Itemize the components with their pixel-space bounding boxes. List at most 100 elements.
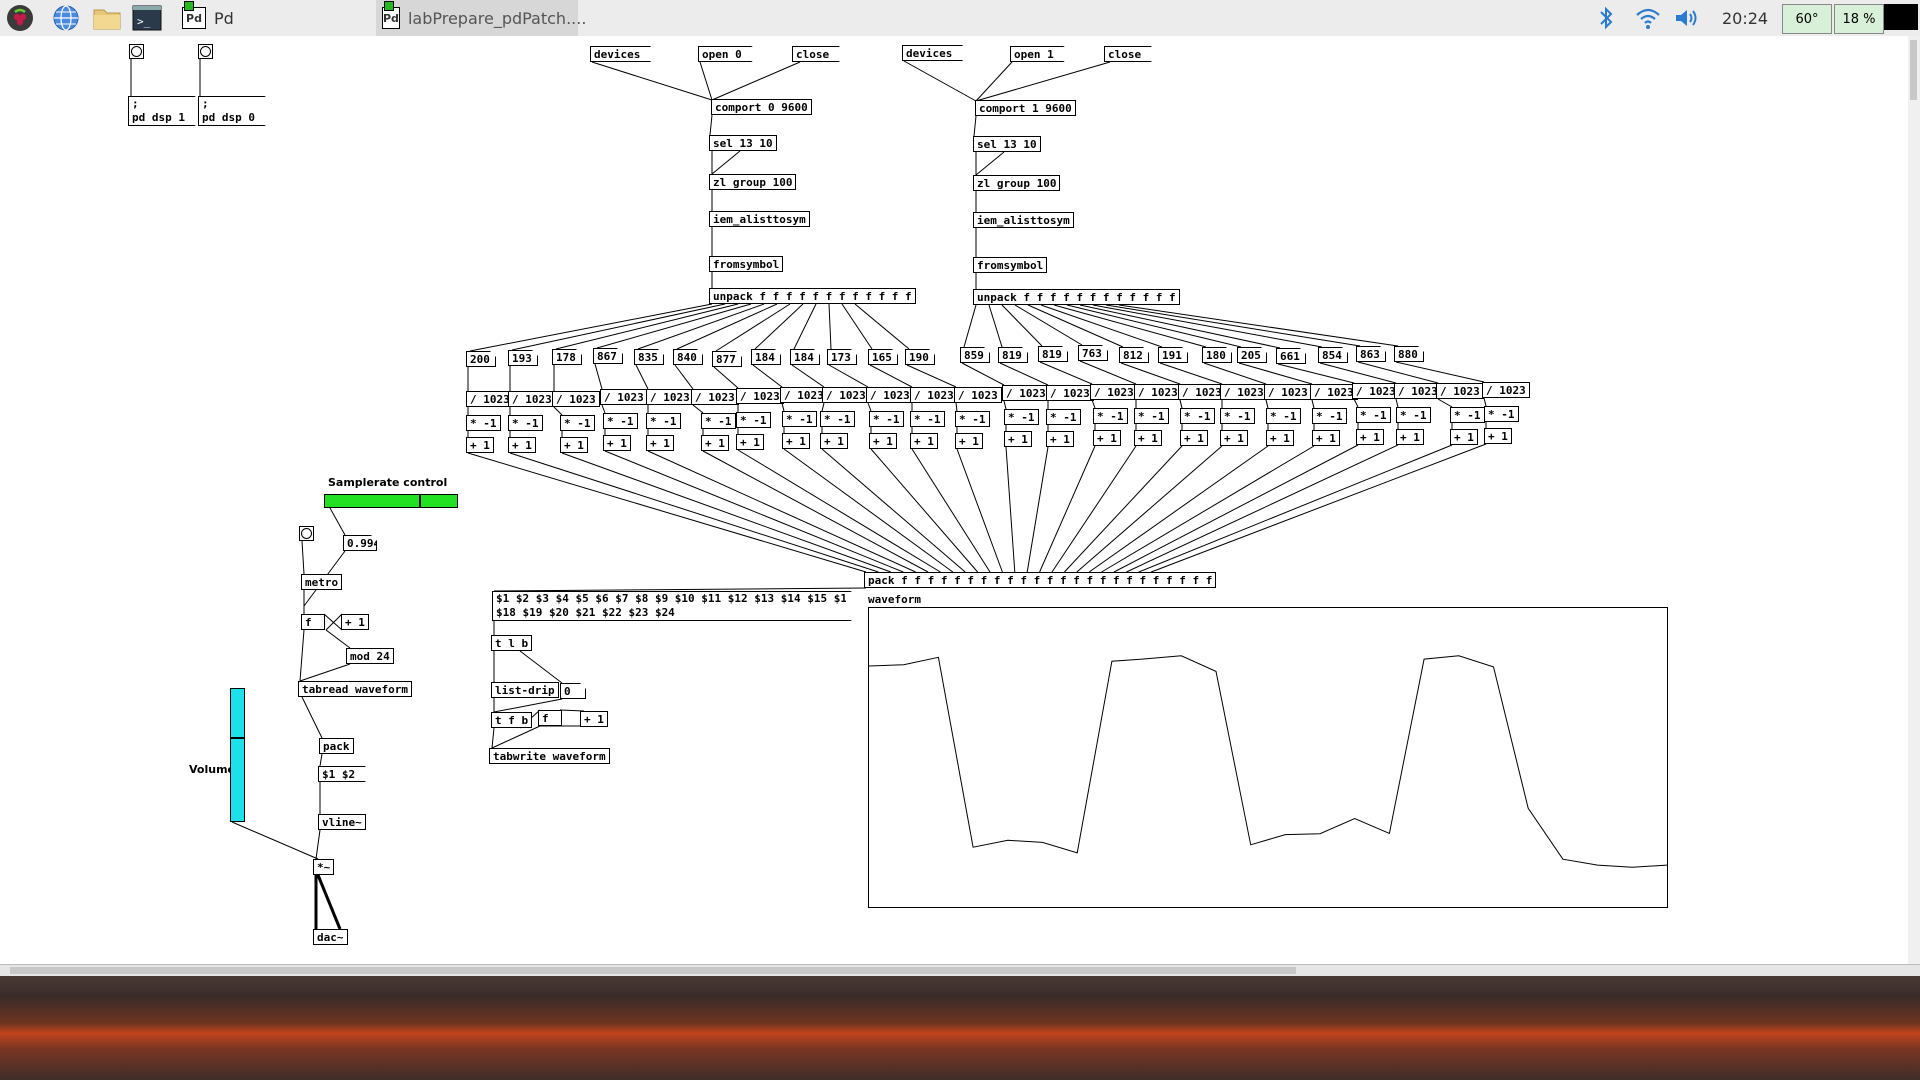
left-comport-object[interactable]: comport 0 9600 xyxy=(711,99,812,115)
add-one-object[interactable]: + 1 xyxy=(1396,429,1424,445)
volume-slider[interactable] xyxy=(230,688,245,822)
left-open-message[interactable]: open 0 xyxy=(698,46,753,62)
add-one-object[interactable]: + 1 xyxy=(782,433,810,449)
metro-object[interactable]: metro xyxy=(301,574,343,590)
add-one-object[interactable]: + 1 xyxy=(603,435,631,451)
add-one-object[interactable]: + 1 xyxy=(1450,429,1478,445)
divide-1023-object[interactable]: / 1023 xyxy=(780,387,828,403)
multiply-minus-one-object[interactable]: * -1 xyxy=(782,411,817,427)
dac-object[interactable]: dac~ xyxy=(313,929,348,945)
left-alisttosym-object[interactable]: iem_alisttosym xyxy=(709,211,810,227)
writer-float-object[interactable]: f xyxy=(538,710,562,726)
add-one-object[interactable]: + 1 xyxy=(736,434,764,450)
sensor-value-number-box[interactable]: 180 xyxy=(1202,347,1232,363)
sensor-value-number-box[interactable]: 863 xyxy=(1356,346,1386,362)
multiply-minus-one-object[interactable]: * -1 xyxy=(1356,407,1391,423)
sensor-value-number-box[interactable]: 178 xyxy=(552,349,582,365)
add-one-object[interactable]: + 1 xyxy=(466,437,494,453)
right-alisttosym-object[interactable]: iem_alisttosym xyxy=(973,212,1074,228)
add-one-object[interactable]: + 1 xyxy=(1484,428,1512,444)
right-close-message[interactable]: close xyxy=(1104,46,1152,62)
divide-1023-object[interactable]: / 1023 xyxy=(466,391,514,407)
file-manager-icon[interactable] xyxy=(92,3,122,33)
clock[interactable]: 20:24 xyxy=(1722,3,1768,33)
bluetooth-icon[interactable] xyxy=(1596,3,1616,33)
multiply-minus-one-object[interactable]: * -1 xyxy=(1134,408,1169,424)
trigger-list-bang-object[interactable]: t l b xyxy=(491,635,533,651)
sensor-value-number-box[interactable]: 835 xyxy=(634,349,664,365)
divide-1023-object[interactable]: / 1023 xyxy=(736,388,784,404)
samplerate-number-box[interactable]: 0.994 xyxy=(343,535,377,551)
multiply-minus-one-object[interactable]: * -1 xyxy=(701,413,736,429)
sensor-value-number-box[interactable]: 193 xyxy=(508,350,538,366)
list-message[interactable]: $1 $2 $3 $4 $5 $6 $7 $8 $9 $10 $11 $12 $… xyxy=(492,591,852,621)
left-unpack-object[interactable]: unpack f f f f f f f f f f f f xyxy=(709,288,916,304)
sensor-value-number-box[interactable]: 205 xyxy=(1237,347,1267,363)
sensor-value-number-box[interactable]: 812 xyxy=(1119,347,1149,363)
add-one-object[interactable]: + 1 xyxy=(1180,430,1208,446)
add-one-object[interactable]: + 1 xyxy=(955,433,983,449)
multiply-minus-one-object[interactable]: * -1 xyxy=(1046,409,1081,425)
right-zlgroup-object[interactable]: zl group 100 xyxy=(973,175,1061,191)
multiply-signal-object[interactable]: *~ xyxy=(313,859,335,875)
multiply-minus-one-object[interactable]: * -1 xyxy=(1004,409,1039,425)
dsp-off-message[interactable]: ; pd dsp 0 xyxy=(198,96,266,126)
left-zlgroup-object[interactable]: zl group 100 xyxy=(709,174,797,190)
raspberry-menu-icon[interactable] xyxy=(6,3,34,33)
list-drip-object[interactable]: list-drip xyxy=(491,682,559,698)
add-one-object[interactable]: + 1 xyxy=(1004,431,1032,447)
add-one-object[interactable]: + 1 xyxy=(1356,429,1384,445)
web-browser-icon[interactable] xyxy=(52,3,80,33)
multiply-minus-one-object[interactable]: * -1 xyxy=(1220,408,1255,424)
add-one-object[interactable]: + 1 xyxy=(820,433,848,449)
left-fromsymbol-object[interactable]: fromsymbol xyxy=(709,256,784,272)
horizontal-scroll-thumb[interactable] xyxy=(10,967,1296,974)
multiply-minus-one-object[interactable]: * -1 xyxy=(1396,407,1431,423)
divide-1023-object[interactable]: / 1023 xyxy=(646,389,694,405)
add-one-object[interactable]: + 1 xyxy=(1093,430,1121,446)
multiply-minus-one-object[interactable]: * -1 xyxy=(560,415,595,431)
vertical-scroll-thumb[interactable] xyxy=(1910,40,1917,100)
add-one-object[interactable]: + 1 xyxy=(560,437,588,453)
right-sel-object[interactable]: sel 13 10 xyxy=(973,136,1041,152)
add-one-object[interactable]: + 1 xyxy=(701,435,729,451)
multiply-minus-one-object[interactable]: * -1 xyxy=(1450,407,1485,423)
window-control-block[interactable] xyxy=(1884,4,1918,30)
divide-1023-object[interactable]: / 1023 xyxy=(1090,384,1138,400)
right-unpack-object[interactable]: unpack f f f f f f f f f f f f xyxy=(973,289,1180,305)
multiply-minus-one-object[interactable]: * -1 xyxy=(603,413,638,429)
sensor-value-number-box[interactable]: 880 xyxy=(1394,346,1424,362)
multiply-minus-one-object[interactable]: * -1 xyxy=(466,415,501,431)
samplerate-slider-knob[interactable] xyxy=(419,495,421,507)
sensor-value-number-box[interactable]: 763 xyxy=(1078,345,1108,361)
volume-slider-knob[interactable] xyxy=(231,737,244,739)
right-open-message[interactable]: open 1 xyxy=(1010,46,1065,62)
multiply-minus-one-object[interactable]: * -1 xyxy=(1484,406,1519,422)
add-one-object[interactable]: + 1 xyxy=(646,435,674,451)
multiply-minus-one-object[interactable]: * -1 xyxy=(1093,408,1128,424)
player-pack-object[interactable]: pack xyxy=(319,738,354,754)
multiply-minus-one-object[interactable]: * -1 xyxy=(820,411,855,427)
multiply-minus-one-object[interactable]: * -1 xyxy=(955,411,990,427)
add-one-object[interactable]: + 1 xyxy=(869,433,897,449)
sensor-value-number-box[interactable]: 200 xyxy=(466,351,496,367)
sensor-value-number-box[interactable]: 854 xyxy=(1318,347,1348,363)
divide-1023-object[interactable]: / 1023 xyxy=(866,387,914,403)
pack-object[interactable]: pack f f f f f f f f f f f f f f f f f f… xyxy=(864,572,1217,588)
taskbar-task-patch[interactable]: Pd labPrepare_pdPatch.... xyxy=(376,0,586,36)
divide-1023-object[interactable]: / 1023 xyxy=(1046,385,1094,401)
volume-icon[interactable] xyxy=(1672,3,1700,33)
divide-1023-object[interactable]: / 1023 xyxy=(1482,382,1530,398)
add-one-object[interactable]: + 1 xyxy=(910,433,938,449)
sensor-value-number-box[interactable]: 165 xyxy=(868,349,898,365)
left-close-message[interactable]: close xyxy=(792,46,840,62)
multiply-minus-one-object[interactable]: * -1 xyxy=(508,415,543,431)
sensor-value-number-box[interactable]: 859 xyxy=(960,347,990,363)
multiply-minus-one-object[interactable]: * -1 xyxy=(910,411,945,427)
ramp-message[interactable]: $1 $2 xyxy=(318,766,366,782)
divide-1023-object[interactable]: / 1023 xyxy=(1264,384,1312,400)
divide-1023-object[interactable]: / 1023 xyxy=(1436,383,1484,399)
sensor-value-number-box[interactable]: 184 xyxy=(790,349,820,365)
multiply-minus-one-object[interactable]: * -1 xyxy=(736,412,771,428)
multiply-minus-one-object[interactable]: * -1 xyxy=(869,411,904,427)
